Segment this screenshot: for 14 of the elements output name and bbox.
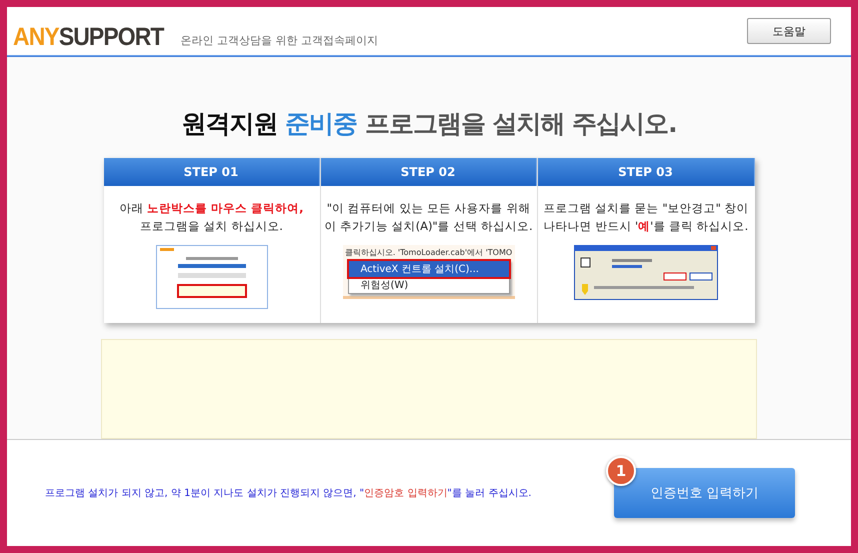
step-header: STEP 02	[320, 158, 536, 186]
logo: ANYSUPPORT	[13, 24, 164, 50]
step-instruction: 프로그램 설치를 묻는 "보안경고" 창이 나타나면 반드시 '예'를 클릭 하십시오.	[543, 200, 749, 235]
menu-caption: 클릭하십시오. 'TomoLoader.cab'에서 'TOMO	[344, 246, 512, 258]
step-instruction: "이 컴퓨터에 있는 모든 사용자를 위해 이 추가기능 설치(A)"를 선택 하십시오.	[324, 200, 533, 235]
page-heading: 원격지원 준비중 프로그램을 설치해 주십시오.	[181, 108, 677, 140]
step-header: STEP 01	[104, 158, 320, 186]
step-number-badge: 1	[606, 456, 636, 486]
footer-notice: 프로그램 설치가 되지 않고, 약 1분이 지나도 설치가 진행되지 않으면, "인증암호 입력하기"를 눌러 주십시오.	[45, 487, 532, 500]
help-button[interactable]: 도움말	[747, 18, 831, 44]
install-area[interactable]	[101, 339, 757, 440]
page-subtitle: 온라인 고객상담을 위한 고객접속페이지	[180, 32, 378, 48]
step-instruction: 아래 노란박스를 마우스 클릭하여, 프로그램을 설치 하십시오.	[119, 200, 304, 235]
step-header: STEP 03	[538, 158, 754, 186]
